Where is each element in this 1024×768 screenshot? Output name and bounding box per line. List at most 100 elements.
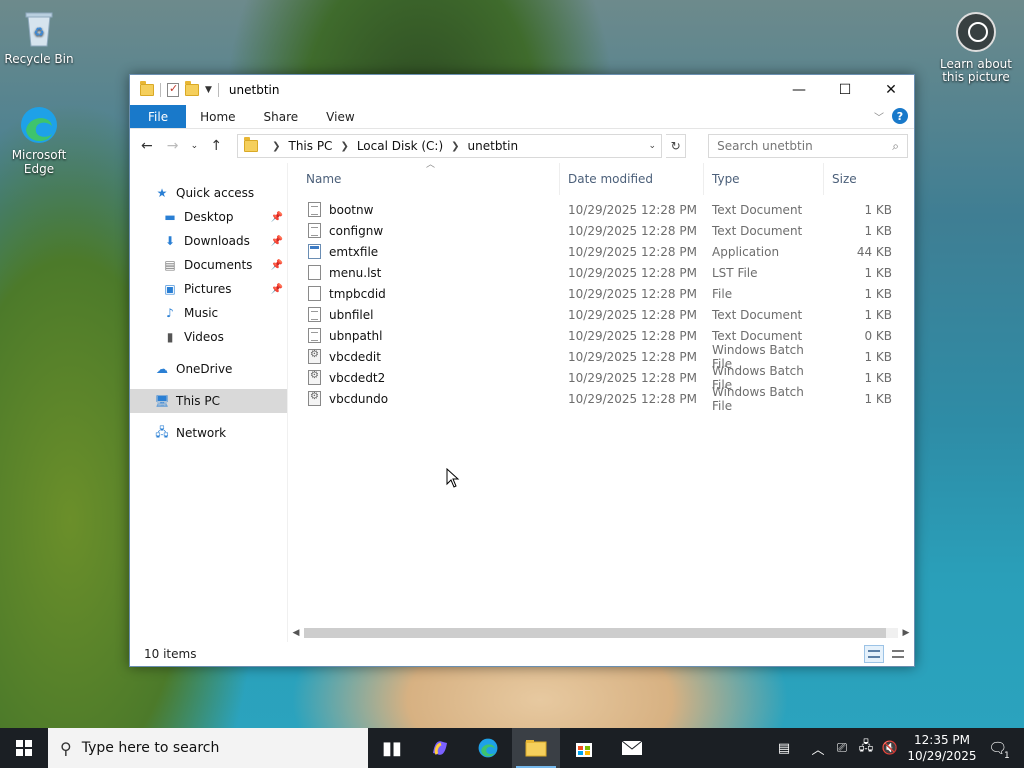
mail-icon[interactable] [608,728,656,768]
nav-item-documents[interactable]: ▤ Documents 📌 [130,253,287,277]
meet-now-icon[interactable]: ⎚ [830,741,854,756]
scroll-right-icon[interactable]: ▶ [898,628,914,638]
breadcrumb-unetbtin[interactable]: unetbtin [468,139,519,153]
nav-item-downloads[interactable]: ⬇ Downloads 📌 [130,229,287,253]
forward-button[interactable]: → [162,135,184,157]
recent-locations-chevron-icon[interactable]: ⌄ [188,135,202,157]
file-name: vbcdedit [329,349,381,364]
file-name-cell[interactable]: ubnfilel [288,307,560,322]
up-button[interactable]: ↑ [205,135,227,157]
file-explorer-taskbar-icon[interactable] [512,728,560,768]
pin-icon[interactable]: 📌 [271,260,283,271]
news-widget-icon[interactable]: ▤ [762,741,806,756]
edge-taskbar-icon[interactable] [464,728,512,768]
scroll-track[interactable] [304,628,898,638]
file-name-cell[interactable]: tmpbcdid [288,286,560,301]
table-row[interactable]: vbcdundo 10/29/2025 12:28 PM Windows Batch… [288,385,914,413]
taskbar-search-box[interactable]: ⚲ Type here to search [48,728,368,768]
column-type[interactable]: Type [704,163,824,195]
status-bar: 10 items [130,642,914,666]
expand-ribbon-chevron-icon[interactable]: ﹀ [874,109,884,124]
desktop-icon-recycle-bin[interactable]: ♻ Recycle Bin [0,8,78,66]
nav-item-desktop[interactable]: ▬ Desktop 📌 [130,205,287,229]
search-input[interactable] [717,139,878,153]
table-row[interactable]: confignw 10/29/2025 12:28 PM Text Document… [288,220,914,241]
large-icons-view-button[interactable] [888,645,908,663]
customize-toolbar-chevron-icon[interactable]: ▼ [205,85,212,95]
file-size: 44 KB [856,244,892,259]
nav-item-quick-access[interactable]: ★ Quick access [130,181,287,205]
nav-item-network[interactable]: 🖧 Network [130,421,287,445]
volume-muted-icon[interactable]: 🔇 [878,741,902,756]
table-row[interactable]: ubnfilel 10/29/2025 12:28 PM Text Document… [288,304,914,325]
scroll-left-icon[interactable]: ◀ [288,628,304,638]
nav-item-videos[interactable]: ▮ Videos [130,325,287,349]
breadcrumb-local-disk[interactable]: Local Disk (C:) [357,139,443,153]
tab-file[interactable]: File [130,105,187,128]
nav-item-onedrive[interactable]: ☁ OneDrive [130,357,287,381]
refresh-button[interactable]: ↻ [666,134,687,158]
microsoft-store-icon[interactable] [560,728,608,768]
copilot-icon[interactable] [416,728,464,768]
file-name-cell[interactable]: emtxfile [288,244,560,259]
address-dropdown-icon[interactable]: ⌄ [643,135,661,157]
table-row[interactable]: tmpbcdid 10/29/2025 12:28 PM File 1 KB [288,283,914,304]
show-hidden-icons-chevron-icon[interactable]: ︿ [806,739,830,758]
table-row[interactable]: bootnw 10/29/2025 12:28 PM Text Document 1 … [288,199,914,220]
column-size[interactable]: Size [824,163,900,195]
chevron-right-icon[interactable]: ❯ [340,141,348,152]
music-icon: ♪ [166,306,174,320]
file-name-cell[interactable]: vbcdedit [288,349,560,364]
back-button[interactable]: ← [136,135,158,157]
learn-about-picture[interactable]: Learn about this picture [936,12,1016,84]
learn-about-picture-label: Learn about this picture [940,57,1012,84]
network-tray-icon[interactable]: 🖧 [854,737,878,759]
maximize-button[interactable]: ☐ [822,75,868,105]
pin-icon[interactable]: 📌 [271,284,283,295]
file-name-cell[interactable]: vbcdedt2 [288,370,560,385]
properties-icon[interactable] [167,82,179,97]
tab-home[interactable]: Home [186,105,249,128]
column-date-modified[interactable]: Date modified [560,163,704,195]
horizontal-scrollbar[interactable]: ◀ ▶ [288,624,914,642]
minimize-button[interactable]: — [776,75,822,105]
nav-item-this-pc[interactable]: 🖥 This PC [130,389,287,413]
address-bar[interactable]: ❯ This PC ❯ Local Disk (C:) ❯ unetbtin ⌄ [237,134,663,158]
close-button[interactable]: ✕ [868,75,914,105]
tab-share[interactable]: Share [250,105,313,128]
file-name-cell[interactable]: ubnpathl [288,328,560,343]
nav-item-label: Pictures [184,282,232,296]
desktop-icon-label: Microsoft Edge [11,148,67,176]
pin-icon[interactable]: 📌 [271,236,283,247]
title-bar[interactable]: ▼ unetbtin — ☐ ✕ [130,75,914,105]
file-name: confignw [329,223,384,238]
file-name-cell[interactable]: bootnw [288,202,560,217]
new-folder-icon[interactable] [185,81,199,96]
tab-view[interactable]: View [312,105,368,128]
file-name-cell[interactable]: vbcdundo [288,391,560,406]
chevron-right-icon: ❯ [272,140,281,152]
nav-item-music[interactable]: ♪ Music [130,301,287,325]
file-name-cell[interactable]: confignw [288,223,560,238]
task-view-button[interactable]: ▮▮ [368,728,416,768]
nav-item-label: Downloads [184,234,250,248]
chevron-right-icon[interactable]: ❯ [451,141,459,152]
table-row[interactable]: emtxfile 10/29/2025 12:28 PM Application 44… [288,241,914,262]
help-icon[interactable]: ? [892,108,908,124]
system-tray: ▤ ︿ ⎚ 🖧 🔇 12:35 PM 10/29/2025 🗨 1 [762,728,1024,768]
notification-center-button[interactable]: 🗨 1 [982,739,1024,761]
clock[interactable]: 12:35 PM 10/29/2025 [902,732,982,764]
nav-item-pictures[interactable]: ▣ Pictures 📌 [130,277,287,301]
scroll-thumb[interactable] [304,628,887,638]
breadcrumb-this-pc[interactable]: This PC [288,139,332,153]
search-box[interactable]: ⌕ [708,134,908,158]
desktop-icon-microsoft-edge[interactable]: Microsoft Edge [0,104,78,176]
file-name-cell[interactable]: menu.lst [288,265,560,280]
details-view-button[interactable] [864,645,884,663]
pin-icon[interactable]: 📌 [271,212,283,223]
file-size: 1 KB [864,391,892,406]
clock-time: 12:35 PM [914,733,970,747]
column-name[interactable]: Name [288,163,560,195]
start-button[interactable] [0,728,48,768]
table-row[interactable]: menu.lst 10/29/2025 12:28 PM LST File 1 KB [288,262,914,283]
